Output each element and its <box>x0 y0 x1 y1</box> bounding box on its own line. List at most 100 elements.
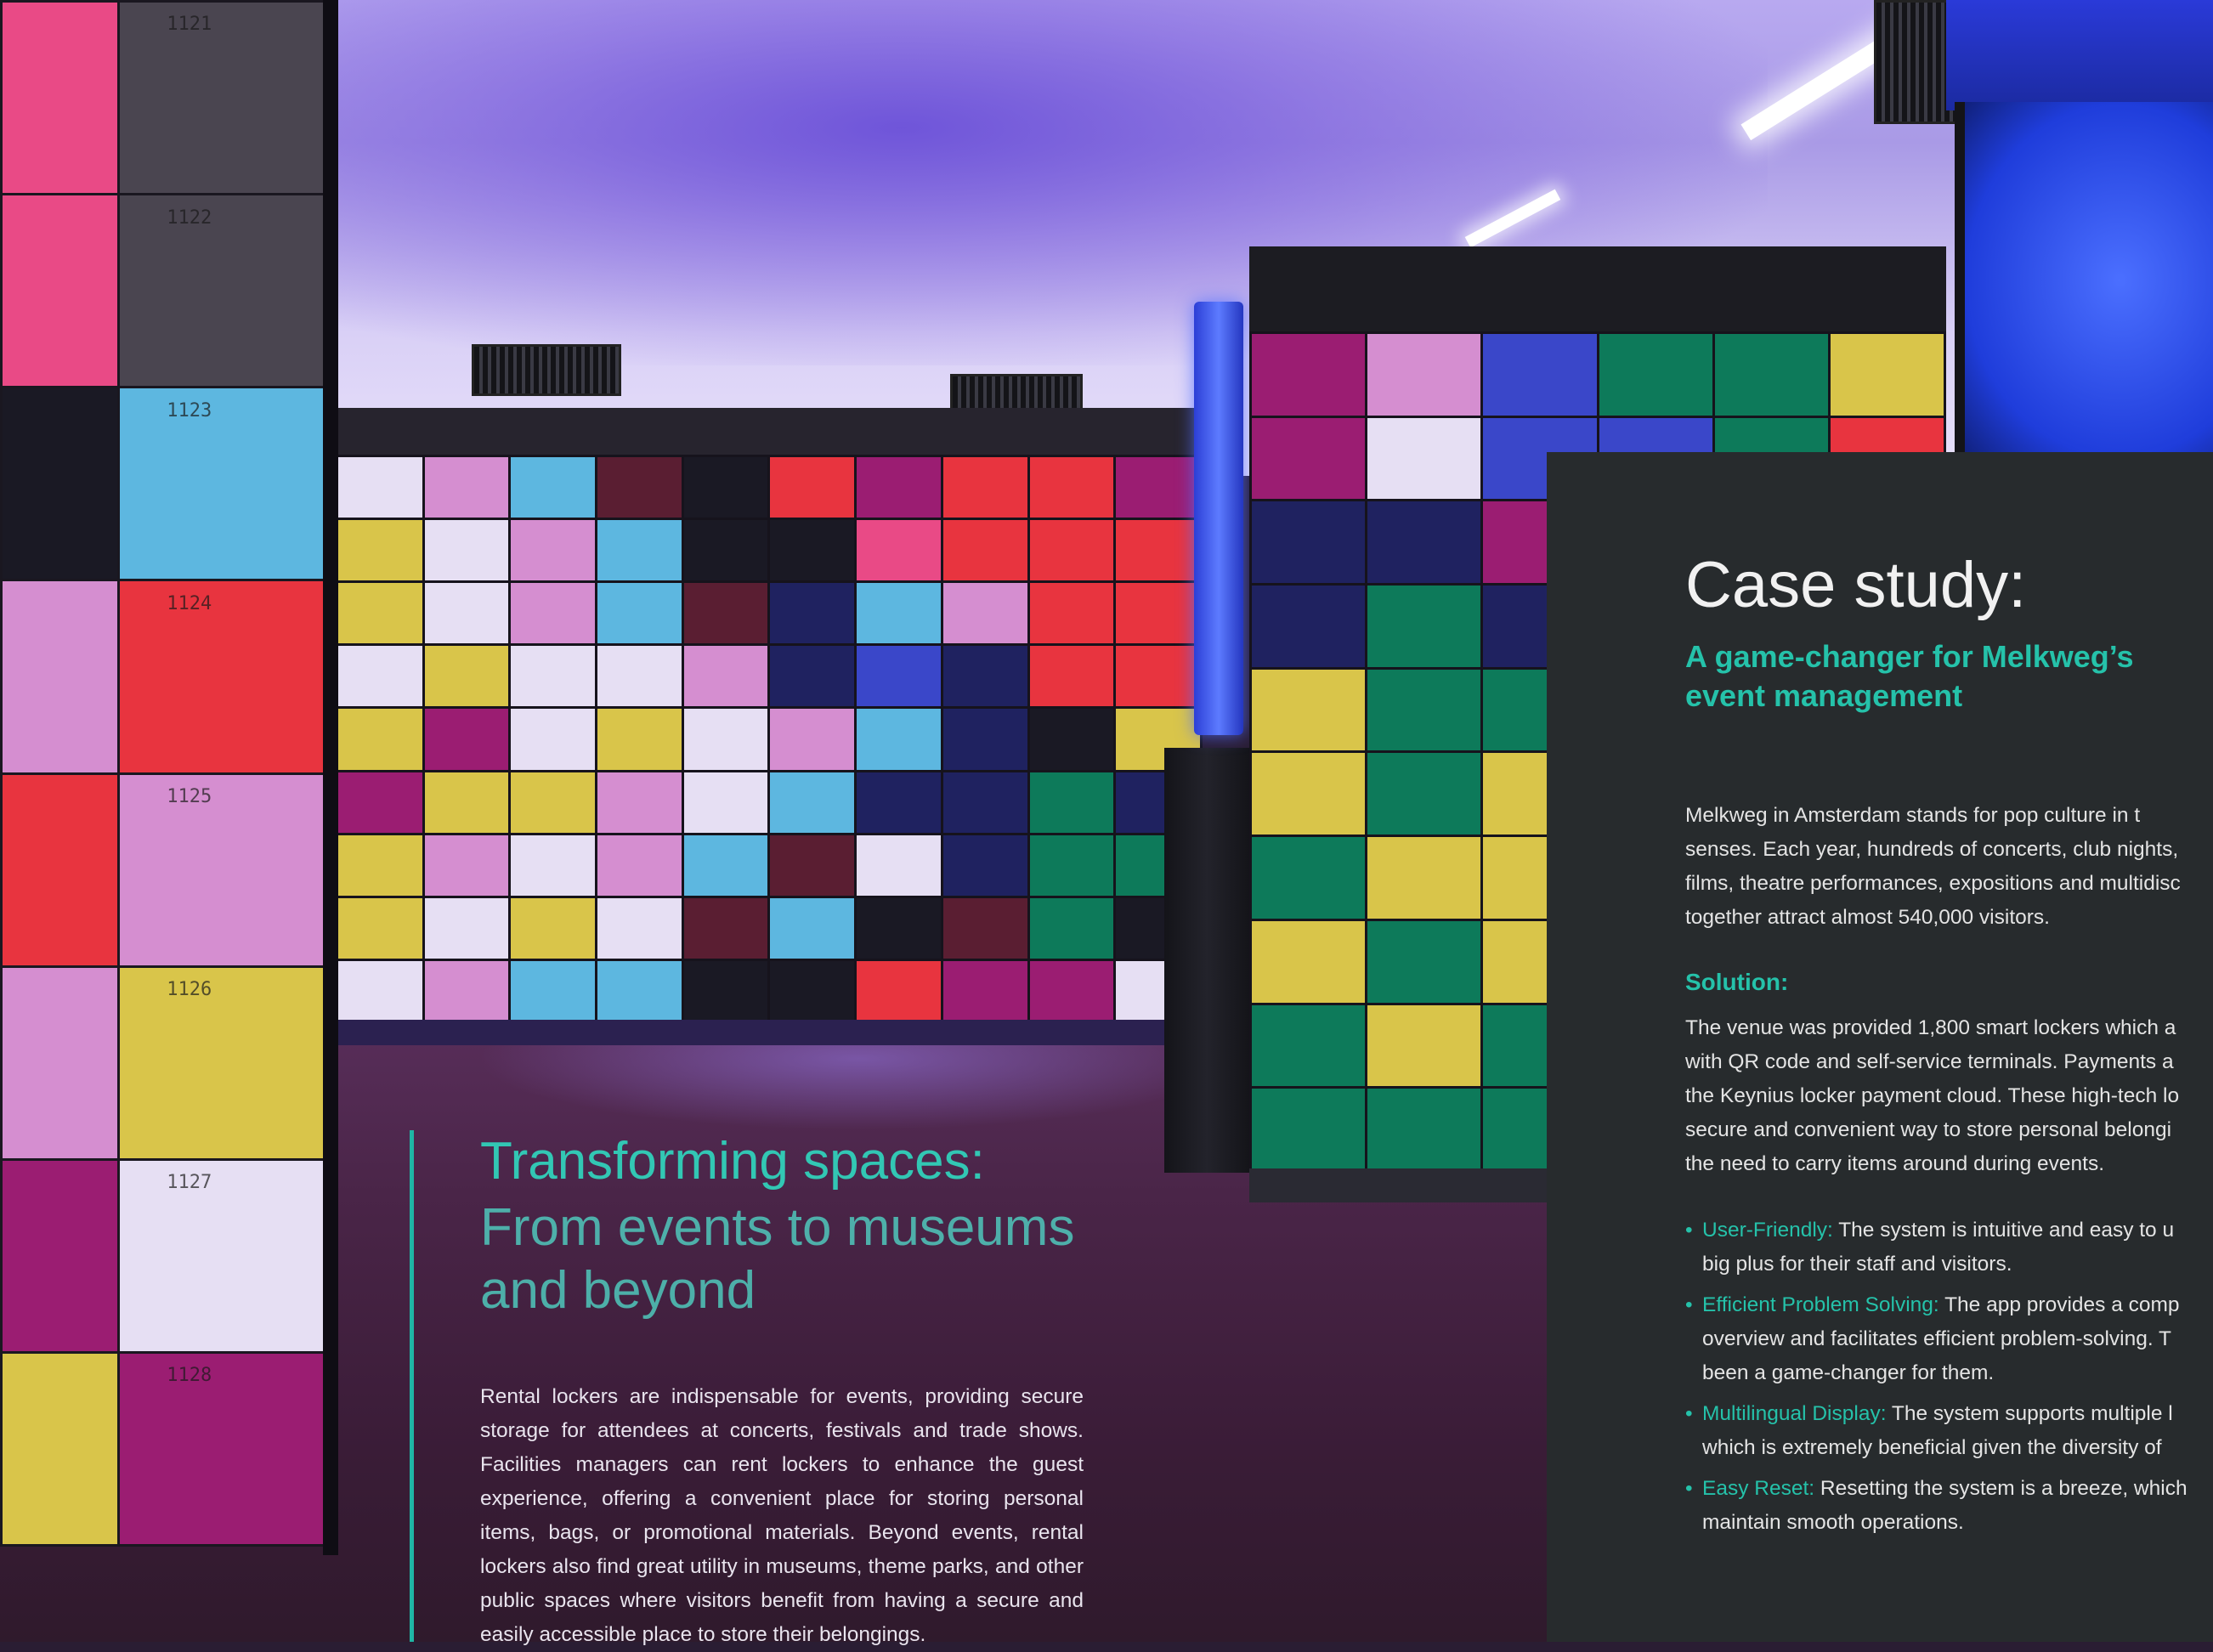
locker-door <box>597 646 682 707</box>
locker-door <box>942 583 1027 644</box>
locker-door <box>3 1160 117 1351</box>
locker-door <box>511 960 596 1021</box>
locker-door <box>942 520 1027 581</box>
locker-number: 1121 <box>167 14 212 36</box>
locker-door <box>338 583 422 644</box>
locker-door <box>1367 1004 1481 1087</box>
bullet-icon: • <box>1685 1293 1693 1316</box>
locker-door <box>1252 586 1366 667</box>
locker-door <box>597 583 682 644</box>
locker-door <box>424 897 509 959</box>
locker-top-band <box>1249 246 1946 337</box>
locker-door <box>1483 334 1597 416</box>
locker-door <box>3 195 117 387</box>
locker-door <box>597 520 682 581</box>
locker-door <box>338 960 422 1021</box>
locker-door: 1127 <box>120 1160 333 1351</box>
case-study-panel: Case study: A game-changer for Melkweg’s… <box>1547 452 2213 1642</box>
locker-door <box>857 897 941 959</box>
locker-door <box>511 583 596 644</box>
locker-door <box>1029 834 1114 896</box>
locker-door <box>1029 457 1114 518</box>
locker-door <box>1029 960 1114 1021</box>
locker-door <box>1714 334 1828 416</box>
locker-number: 1128 <box>167 1365 212 1387</box>
locker-wall-edge <box>323 0 338 1555</box>
locker-door <box>338 772 422 833</box>
feature-item: • Easy Reset: Resetting the system is a b… <box>1685 1472 2213 1540</box>
locker-door <box>1029 520 1114 581</box>
feature-item: • Efficient Problem Solving: The app prov… <box>1685 1288 2213 1390</box>
locker-door <box>1252 1089 1366 1170</box>
locker-door <box>857 960 941 1021</box>
locker-door: 1125 <box>120 774 333 965</box>
locker-door <box>1830 334 1944 416</box>
locker-door <box>338 646 422 707</box>
locker-door: 1128 <box>120 1353 333 1544</box>
locker-door <box>1367 669 1481 751</box>
locker-door: 1121 <box>120 3 333 194</box>
locker-door <box>338 897 422 959</box>
locker-door <box>1252 501 1366 584</box>
locker-door <box>338 520 422 581</box>
locker-door <box>1599 334 1712 416</box>
locker-door <box>511 772 596 833</box>
locker-door <box>1252 1004 1366 1087</box>
locker-number: 1126 <box>167 979 212 1001</box>
section-body: Rental lockers are indispensable for eve… <box>480 1385 1084 1646</box>
locker-door <box>597 897 682 959</box>
left-locker-wall: 1121 1122 1123 1124 1125 1126 1127 1128 <box>0 0 336 1547</box>
locker-door <box>1029 772 1114 833</box>
locker-door: 1122 <box>120 195 333 387</box>
locker-door <box>3 3 117 194</box>
locker-door <box>942 960 1027 1021</box>
locker-door <box>511 646 596 707</box>
feature-item: • Multilingual Display: The system suppor… <box>1685 1397 2213 1465</box>
locker-door <box>338 457 422 518</box>
locker-door: 1124 <box>120 581 333 772</box>
locker-door <box>770 772 855 833</box>
locker-number: 1127 <box>167 1172 212 1194</box>
locker-door <box>942 897 1027 959</box>
locker-door <box>770 520 855 581</box>
locker-door <box>1029 709 1114 770</box>
locker-door <box>424 520 509 581</box>
case-study-title: Case study: <box>1685 549 2027 621</box>
locker-door <box>1116 583 1200 644</box>
bullet-icon: • <box>1685 1402 1693 1425</box>
bullet-icon: • <box>1685 1219 1693 1242</box>
locker-door <box>424 457 509 518</box>
locker-door <box>942 834 1027 896</box>
locker-door <box>1252 753 1366 835</box>
locker-door <box>857 709 941 770</box>
locker-door <box>857 834 941 896</box>
locker-door <box>3 774 117 965</box>
locker-door <box>511 520 596 581</box>
locker-number: 1123 <box>167 399 212 421</box>
locker-door <box>1252 837 1366 919</box>
feature-label: Multilingual Display: <box>1702 1402 1887 1425</box>
locker-door <box>597 772 682 833</box>
locker-door <box>1252 920 1366 1003</box>
locker-door <box>683 772 768 833</box>
locker-door <box>683 646 768 707</box>
locker-number: 1125 <box>167 785 212 807</box>
locker-door <box>770 960 855 1021</box>
locker-door <box>770 646 855 707</box>
locker-door <box>770 834 855 896</box>
locker-door <box>424 960 509 1021</box>
locker-door <box>683 520 768 581</box>
locker-door <box>3 967 117 1158</box>
locker-door <box>1252 669 1366 751</box>
locker-base <box>336 1020 1203 1045</box>
locker-door <box>857 583 941 644</box>
locker-door <box>1252 417 1366 500</box>
locker-door <box>597 834 682 896</box>
locker-door <box>770 457 855 518</box>
locker-door <box>770 709 855 770</box>
locker-door <box>1116 520 1200 581</box>
locker-door <box>424 709 509 770</box>
locker-door <box>857 772 941 833</box>
locker-door <box>3 581 117 772</box>
case-study-subtitle: A game-changer for Melkweg’s event manag… <box>1685 639 2134 713</box>
